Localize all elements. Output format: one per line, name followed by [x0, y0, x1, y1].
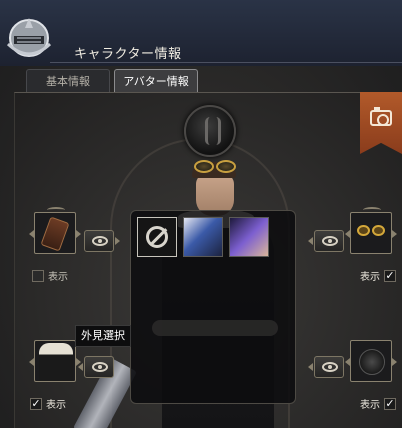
slot-coat-left[interactable]: [29, 340, 81, 382]
window-header: キャラクター情報: [0, 0, 402, 66]
appearance-toggle-left-top[interactable]: [84, 230, 120, 252]
window-title: キャラクター情報: [74, 47, 182, 62]
prohibited-icon: [146, 226, 168, 248]
rose-icon: [359, 349, 385, 375]
slot-goggles-right[interactable]: [345, 207, 397, 254]
appearance-toggle-right-bottom[interactable]: [308, 356, 344, 378]
show-checkbox-right-bottom[interactable]: ✓: [384, 397, 396, 410]
show-label: 表示: [360, 400, 380, 411]
header-divider: [50, 62, 402, 63]
show-toggle-left-bottom[interactable]: ✓ 表示: [30, 396, 66, 411]
outfit-option-2[interactable]: [229, 217, 269, 257]
slot-rose-right[interactable]: [345, 340, 397, 382]
show-checkbox-left-bottom[interactable]: ✓: [30, 397, 42, 410]
outfit-option-1[interactable]: [183, 217, 223, 257]
coat-icon: [39, 343, 73, 381]
eye-icon: [92, 362, 108, 372]
show-label: 表示: [46, 400, 66, 411]
bag-icon: [40, 216, 70, 252]
helmet-icon: [6, 18, 52, 57]
show-label: 表示: [360, 272, 380, 283]
appearance-select-tooltip: 外見選択: [75, 325, 131, 347]
camera-icon: [370, 107, 392, 126]
none-option[interactable]: [137, 217, 177, 257]
character-info-window: キャラクター情報 基本情報 アバター情報 表示 表示 ✓ ✓ 表示 表示 ✓ 外…: [0, 0, 402, 428]
show-checkbox-left-top[interactable]: [32, 269, 44, 282]
show-label: 表示: [48, 272, 68, 283]
goggles-icon: [357, 225, 387, 239]
slot-accessory-left[interactable]: [29, 207, 81, 254]
show-toggle-left-top[interactable]: 表示: [32, 268, 68, 283]
eye-icon: [322, 362, 338, 372]
appearance-toggle-right-top[interactable]: [308, 230, 344, 252]
outfit-picker-popup: [130, 210, 296, 404]
character-goggles: [190, 160, 240, 174]
eye-icon: [92, 236, 108, 246]
eye-icon: [322, 236, 338, 246]
tab-avatar-info[interactable]: アバター情報: [114, 69, 198, 93]
show-toggle-right-top[interactable]: 表示 ✓: [360, 268, 396, 283]
appearance-toggle-left-bottom[interactable]: [78, 356, 114, 378]
show-toggle-right-bottom[interactable]: 表示 ✓: [360, 396, 396, 411]
show-checkbox-right-top[interactable]: ✓: [384, 269, 396, 282]
tab-basic-info[interactable]: 基本情報: [26, 69, 110, 93]
